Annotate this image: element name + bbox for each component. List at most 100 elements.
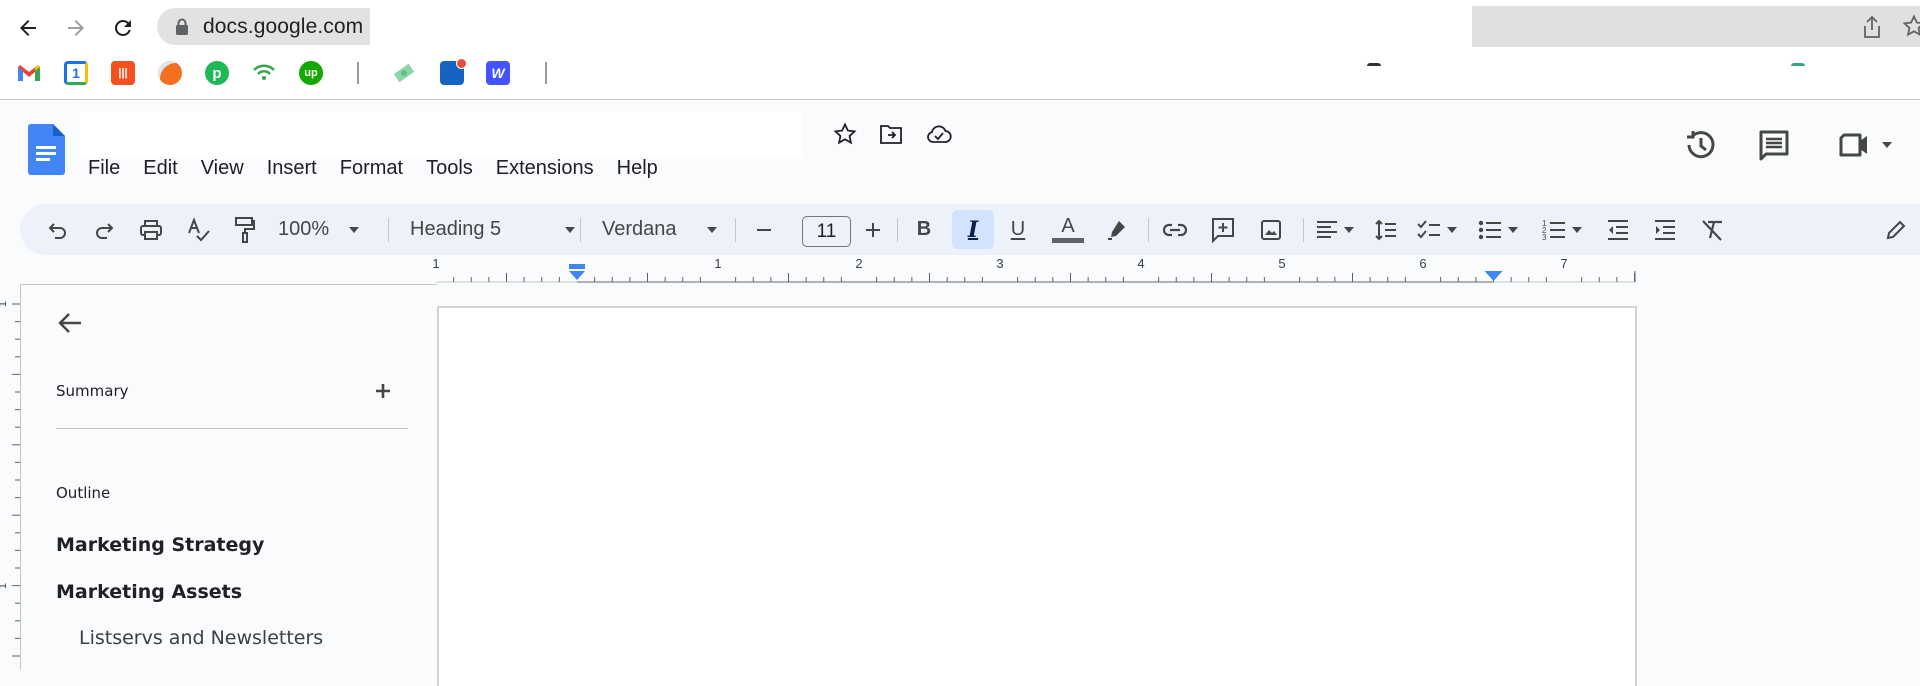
bookmark-money[interactable]: [392, 61, 416, 85]
redo-button[interactable]: [86, 204, 122, 255]
zoom-select[interactable]: 100%: [278, 204, 378, 255]
chevron-down-icon: [349, 226, 360, 233]
outline-item[interactable]: Marketing Assets: [56, 581, 242, 603]
paragraph-style-select[interactable]: Heading 5: [410, 204, 580, 255]
font-select[interactable]: Verdana: [602, 204, 727, 255]
share-icon[interactable]: [1862, 15, 1882, 39]
line-spacing-button[interactable]: [1368, 204, 1404, 255]
bookmark-webflow[interactable]: W: [486, 61, 510, 85]
bookmark-orange-circle[interactable]: [158, 61, 182, 85]
forward-icon: [68, 20, 84, 36]
outline-item[interactable]: Marketing Strategy: [56, 534, 264, 556]
editing-mode-button[interactable]: [1878, 204, 1914, 255]
bookmark-star-icon[interactable]: [1902, 14, 1920, 38]
back-icon: [20, 20, 36, 36]
docs-logo[interactable]: [28, 124, 65, 175]
bulleted-list-button[interactable]: [1473, 204, 1523, 255]
star-button[interactable]: [832, 121, 858, 147]
insert-image-button[interactable]: [1252, 204, 1290, 255]
decrease-font-size-button[interactable]: [748, 204, 780, 255]
add-comment-button[interactable]: [1204, 204, 1242, 255]
menu-extensions[interactable]: Extensions: [496, 155, 604, 181]
underline-button[interactable]: U: [1000, 204, 1036, 255]
bookmark-blue-badge[interactable]: [440, 58, 467, 85]
checklist-button[interactable]: [1412, 204, 1462, 255]
increase-font-size-button[interactable]: [856, 204, 890, 255]
align-button[interactable]: [1310, 204, 1360, 255]
font-size-value: 11: [816, 220, 837, 242]
bookmark-google-calendar[interactable]: 1: [64, 61, 88, 85]
menu-insert[interactable]: Insert: [267, 155, 327, 181]
paint-format-button[interactable]: [227, 204, 263, 255]
svg-text:3: 3: [1542, 233, 1547, 242]
horizontal-ruler[interactable]: 1 1 2 3 4 5 6 7: [0, 255, 1920, 285]
chevron-down-icon: [565, 226, 575, 233]
left-indent-marker[interactable]: [569, 264, 585, 280]
align-left-icon: [1317, 220, 1337, 238]
outline-item[interactable]: Listservs and Newsletters: [79, 627, 323, 649]
pencil-icon: [1886, 220, 1906, 239]
back-button[interactable]: [12, 12, 44, 44]
font-value: Verdana: [602, 218, 677, 240]
document-status-button[interactable]: [925, 121, 953, 147]
bookmark-green-p[interactable]: p: [205, 61, 229, 85]
bold-icon: B: [916, 218, 932, 240]
version-history-button[interactable]: [1684, 128, 1718, 162]
document-title-input[interactable]: [80, 112, 803, 157]
wifi-icon: [253, 64, 275, 80]
numbered-list-icon: 123: [1542, 219, 1565, 242]
meet-button[interactable]: [1835, 128, 1895, 162]
chevron-down-icon: [1508, 226, 1518, 233]
meet-dropdown-icon: [1882, 142, 1892, 148]
undo-button[interactable]: [40, 204, 76, 255]
insert-link-button[interactable]: [1156, 204, 1194, 255]
underline-icon: U: [1010, 218, 1026, 240]
address-bar[interactable]: docs.google.com: [157, 8, 370, 45]
spellcheck-button[interactable]: [180, 204, 216, 255]
comments-button[interactable]: [1757, 128, 1791, 162]
clear-formatting-button[interactable]: [1694, 204, 1730, 255]
bold-button[interactable]: B: [906, 204, 942, 255]
upwork-icon: up: [304, 67, 318, 79]
font-size-input[interactable]: 11: [802, 216, 851, 247]
bookmark-gmail[interactable]: [17, 61, 41, 85]
menu-format[interactable]: Format: [340, 155, 413, 181]
toolbar-divider: [897, 218, 898, 242]
menu-file[interactable]: File: [88, 155, 130, 181]
comments-icon: [1759, 130, 1789, 161]
text-color-button[interactable]: A: [1048, 204, 1088, 255]
forward-button[interactable]: [60, 12, 92, 44]
image-icon: [1261, 219, 1281, 240]
clear-formatting-icon: [1702, 219, 1722, 241]
p-logo-icon: p: [212, 64, 222, 82]
numbered-list-button[interactable]: 123: [1537, 204, 1587, 255]
lock-icon: [176, 18, 188, 35]
bookmark-wifi[interactable]: [252, 61, 276, 85]
highlight-color-button[interactable]: [1098, 204, 1134, 255]
decrease-indent-button[interactable]: [1600, 204, 1636, 255]
add-summary-button[interactable]: [373, 381, 393, 401]
toolbar-divider: [1148, 218, 1149, 242]
italic-button[interactable]: I: [952, 210, 994, 249]
menu-edit[interactable]: Edit: [143, 155, 187, 181]
menu-help[interactable]: Help: [617, 155, 668, 181]
menu-tools[interactable]: Tools: [426, 155, 483, 181]
bookmark-upwork[interactable]: up: [299, 61, 323, 85]
close-outline-button[interactable]: [55, 308, 85, 338]
paragraph-style-value: Heading 5: [410, 218, 502, 240]
document-page[interactable]: [437, 306, 1637, 686]
link-icon: [1162, 223, 1188, 236]
move-button[interactable]: [878, 121, 904, 147]
ruler-label: 2: [855, 256, 862, 271]
reload-button[interactable]: [107, 12, 139, 44]
partial-icon: [1367, 63, 1381, 66]
text-color-swatch: [1052, 238, 1084, 243]
right-indent-marker[interactable]: [1484, 271, 1503, 281]
increase-indent-button[interactable]: [1647, 204, 1683, 255]
menu-view[interactable]: View: [201, 155, 254, 181]
url-text: docs.google.com: [203, 14, 364, 38]
bookmark-orange-bars[interactable]: |||: [111, 61, 135, 85]
print-button[interactable]: [133, 204, 169, 255]
vertical-ruler[interactable]: 11: [0, 284, 20, 670]
toolbar-divider: [1303, 218, 1304, 242]
